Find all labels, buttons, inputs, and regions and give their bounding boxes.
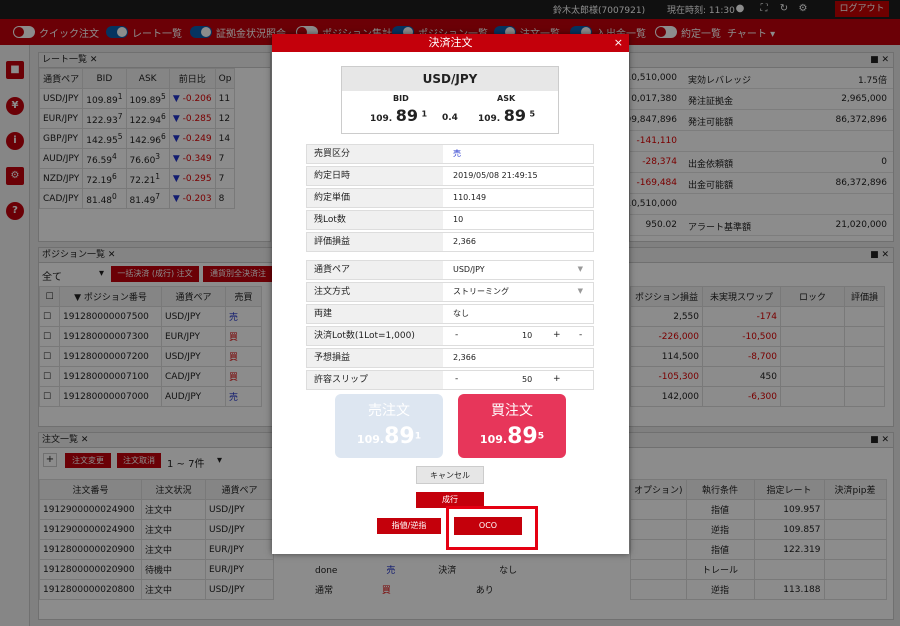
price-prefix: 109.	[356, 433, 385, 446]
ask-price: 109. 89 5	[478, 106, 535, 125]
price-main: 89	[395, 106, 418, 125]
dialog-header: 決済注文 ×	[272, 34, 629, 52]
field-label: 評価損益	[307, 233, 443, 251]
form-row: 注文方式 ストリーミング ▼	[306, 282, 594, 302]
price-pip: 5	[529, 109, 536, 119]
field-label: 残Lot数	[307, 211, 443, 229]
form-row: 評価損益 2,366	[306, 232, 594, 252]
price-prefix: 109.	[478, 114, 501, 124]
field-value[interactable]: ストリーミング	[453, 283, 509, 301]
price-pip: 1	[421, 109, 428, 119]
ask-label: ASK	[497, 94, 516, 103]
close-order-dialog: 決済注文 × USD/JPY BID ASK 109. 89 1 0.4 109…	[272, 34, 629, 554]
field-label: 許容スリップ	[307, 371, 443, 389]
bid-label: BID	[393, 94, 409, 103]
dialog-title: 決済注文	[428, 36, 473, 49]
form-row: 残Lot数 10	[306, 210, 594, 230]
field-value[interactable]: 10	[522, 327, 532, 345]
field-label: 注文方式	[307, 283, 443, 301]
field-label: 約定日時	[307, 167, 443, 185]
field-label: 約定単価	[307, 189, 443, 207]
price-quote-box: USD/JPY BID ASK 109. 89 1 0.4 109. 89 5	[341, 66, 559, 134]
bid-price: 109. 89 1	[370, 106, 427, 125]
price-main: 89	[384, 424, 415, 449]
plus-icon[interactable]: +	[553, 374, 561, 384]
chevron-down-icon[interactable]: ▼	[578, 265, 583, 273]
oco-button[interactable]: OCO	[454, 517, 522, 535]
field-label: 決済Lot数(1Lot=1,000)	[307, 327, 443, 345]
minus-icon[interactable]: -	[455, 330, 458, 340]
field-label: 通貨ペア	[307, 261, 443, 279]
price-prefix: 109.	[479, 433, 508, 446]
price-main: 89	[503, 106, 526, 125]
form-row: 許容スリップ 50 - +	[306, 370, 594, 390]
price-main: 89	[507, 424, 538, 449]
cancel-button[interactable]: キャンセル	[416, 466, 484, 484]
price-pip: 5	[537, 430, 545, 442]
sell-price: 109.891	[335, 424, 443, 449]
bid-ask-row: BID ASK 109. 89 1 0.4 109. 89 5	[342, 91, 558, 133]
buy-price: 109.895	[458, 424, 566, 449]
price-prefix: 109.	[370, 114, 393, 124]
buy-order-title: 買注文	[491, 403, 533, 419]
plus-icon[interactable]: +	[553, 330, 561, 340]
field-value[interactable]: USD/JPY	[453, 261, 485, 279]
field-value[interactable]: 50	[522, 371, 532, 389]
form-row: 決済Lot数(1Lot=1,000) 10 - + -	[306, 326, 594, 346]
field-value: 2019/05/08 21:49:15	[453, 171, 538, 180]
sell-order-button[interactable]: 売注文 109.891	[335, 394, 443, 458]
close-icon[interactable]: ×	[614, 34, 623, 52]
minus-icon[interactable]: -	[455, 374, 458, 384]
form-row: 予想損益 2,366	[306, 348, 594, 368]
chevron-down-icon[interactable]: ▼	[578, 287, 583, 295]
field-label: 予想損益	[307, 349, 443, 367]
buy-order-button[interactable]: 買注文 109.895	[458, 394, 566, 458]
price-pip: 1	[414, 430, 422, 442]
form-row: 売買区分 売	[306, 144, 594, 164]
field-value: 110.149	[453, 193, 487, 202]
field-label: 売買区分	[307, 145, 443, 163]
field-value: 売	[453, 149, 461, 158]
field-value: 10	[453, 215, 464, 224]
spread-value: 0.4	[442, 113, 458, 123]
field-label: 両建	[307, 305, 443, 323]
sell-order-title: 売注文	[368, 403, 410, 419]
form-row: 約定日時 2019/05/08 21:49:15	[306, 166, 594, 186]
form-row: 両建 なし	[306, 304, 594, 324]
currency-pair: USD/JPY	[342, 67, 558, 91]
minus-icon[interactable]: -	[579, 330, 582, 340]
field-value: 2,366	[453, 237, 476, 246]
form-row: 約定単価 110.149	[306, 188, 594, 208]
limit-stop-button[interactable]: 指値/逆指	[377, 518, 441, 534]
field-value[interactable]: 2,366	[453, 349, 476, 367]
field-value[interactable]: なし	[453, 305, 469, 323]
form-row: 通貨ペア USD/JPY ▼	[306, 260, 594, 280]
